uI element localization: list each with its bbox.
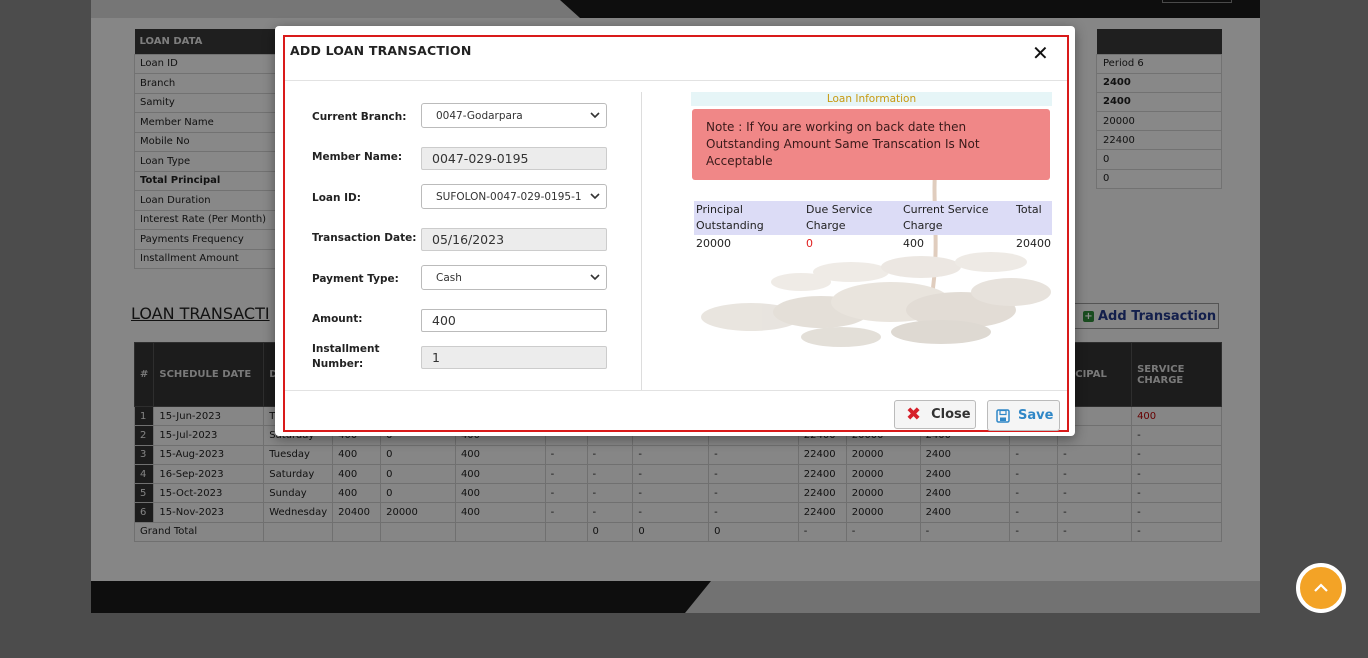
payment-type-value: Cash bbox=[436, 271, 462, 284]
close-x-icon: ✖ bbox=[906, 403, 922, 425]
chevron-down-icon bbox=[590, 274, 600, 281]
due-service-charge-value: 0 bbox=[806, 237, 813, 250]
member-name-label: Member Name: bbox=[312, 151, 403, 163]
amount-input[interactable]: 400 bbox=[421, 309, 607, 332]
current-branch-select[interactable]: 0047-Godarpara bbox=[421, 103, 607, 128]
payment-type-select[interactable]: Cash bbox=[421, 265, 607, 290]
info-header: Current Service Charge bbox=[901, 201, 1014, 235]
loan-id-value: SUFOLON-0047-029-0195-1 bbox=[436, 190, 582, 203]
installment-number-label-line1: Installment bbox=[312, 343, 380, 355]
floppy-disk-icon bbox=[996, 408, 1010, 423]
installment-number-label-line2: Number: bbox=[312, 358, 364, 370]
column-divider bbox=[641, 92, 642, 390]
chevron-down-icon bbox=[590, 112, 600, 119]
current-service-charge-value: 400 bbox=[903, 237, 924, 250]
current-branch-label: Current Branch: bbox=[312, 111, 407, 123]
loan-information-title: Loan Information bbox=[691, 92, 1052, 106]
header-divider bbox=[285, 80, 1067, 81]
transaction-date-field[interactable]: 05/16/2023 bbox=[421, 228, 607, 251]
chevron-up-icon bbox=[1314, 583, 1328, 592]
principal-outstanding-value: 20000 bbox=[696, 237, 731, 250]
info-header: Due Service Charge bbox=[804, 201, 901, 235]
add-loan-transaction-modal: ADD LOAN TRANSACTION ✕ Current Branch: 0… bbox=[275, 26, 1075, 436]
payment-type-label: Payment Type: bbox=[312, 273, 399, 285]
modal-title: ADD LOAN TRANSACTION bbox=[290, 43, 472, 58]
close-icon[interactable]: ✕ bbox=[1032, 43, 1049, 63]
current-branch-value: 0047-Godarpara bbox=[436, 109, 523, 122]
info-header: Total bbox=[1014, 201, 1052, 235]
loan-id-label: Loan ID: bbox=[312, 192, 361, 204]
footer-divider bbox=[285, 390, 1067, 391]
loan-id-select[interactable]: SUFOLON-0047-029-0195-1 bbox=[421, 184, 607, 209]
total-value: 20400 bbox=[1016, 237, 1051, 250]
member-name-field[interactable]: 0047-029-0195 bbox=[421, 147, 607, 170]
chevron-down-icon bbox=[590, 193, 600, 200]
loan-information-table: Principal Outstanding Due Service Charge… bbox=[694, 201, 1052, 252]
coins-illustration bbox=[701, 162, 1051, 347]
close-button-label: Close bbox=[931, 407, 971, 422]
loan-information-panel: Loan Information Note : If You are worki… bbox=[691, 92, 1052, 350]
installment-number-field[interactable]: 1 bbox=[421, 346, 607, 369]
back-date-note: Note : If You are working on back date t… bbox=[692, 109, 1050, 180]
save-button-label: Save bbox=[1018, 408, 1054, 423]
scroll-to-top-button[interactable] bbox=[1296, 563, 1346, 613]
info-header: Principal Outstanding bbox=[694, 201, 804, 235]
close-button[interactable]: ✖ Close bbox=[894, 400, 976, 429]
save-button[interactable]: Save bbox=[987, 400, 1060, 431]
amount-label: Amount: bbox=[312, 313, 363, 325]
transaction-date-label: Transaction Date: bbox=[312, 232, 417, 244]
